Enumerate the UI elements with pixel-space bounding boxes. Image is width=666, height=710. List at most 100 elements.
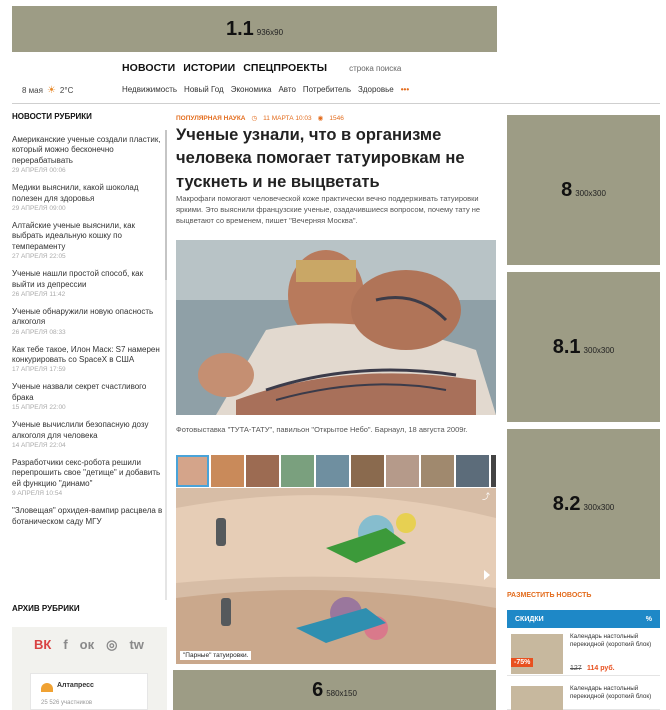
subnav-item-auto[interactable]: Авто: [278, 85, 295, 94]
list-item[interactable]: "Зловещая" орхидея-вампир расцвела в бот…: [12, 506, 164, 527]
ad-banner-right-1[interactable]: 8 300x300: [507, 115, 660, 265]
list-item[interactable]: Ученые нашли простой способ, как выйти и…: [12, 269, 164, 298]
ad-banner-right-3[interactable]: 8.2 300x300: [507, 429, 660, 579]
subnav-item-consumer[interactable]: Потребитель: [303, 85, 351, 94]
news-title[interactable]: Ученые обнаружили новую опасность алкого…: [12, 307, 164, 328]
nav-item-stories[interactable]: ИСТОРИИ: [183, 62, 235, 74]
search-input[interactable]: строка поиска: [349, 64, 401, 73]
news-date: 29 апреля 09:00: [12, 204, 66, 212]
place-news-link[interactable]: РАЗМЕСТИТЬ НОВОСТЬ: [507, 592, 591, 599]
weather-temp: 2°C: [59, 86, 74, 95]
news-date: 17 апреля 17:59: [12, 366, 66, 374]
ad-number: 6: [312, 678, 324, 701]
article-views: 1546: [329, 114, 344, 122]
sun-cloud-icon: ☀: [46, 85, 56, 96]
vk-icon[interactable]: ВК: [34, 637, 51, 653]
list-item[interactable]: Разработчики секс-робота решили перепрош…: [12, 458, 164, 497]
clock-icon: ◷: [251, 115, 258, 122]
discounts-header: СКИДКИ %: [507, 610, 660, 628]
instagram-icon[interactable]: ◎: [106, 637, 117, 653]
news-date: 14 апреля 22:04: [12, 442, 66, 450]
news-title[interactable]: Ученые нашли простой способ, как выйти и…: [12, 269, 164, 290]
news-date: 26 апреля 08:33: [12, 328, 66, 336]
sub-nav: Недвижимость Новый Год Экономика Авто По…: [122, 85, 409, 94]
gallery-thumb-3[interactable]: [246, 455, 279, 487]
subnav-item-economy[interactable]: Экономика: [231, 85, 272, 94]
ad-size: 936x90: [256, 27, 284, 37]
main-nav: НОВОСТИ ИСТОРИИ СПЕЦПРОЕКТЫ строка поиск…: [122, 62, 401, 74]
ad-number: 8: [561, 178, 573, 201]
partner-logo-icon: [41, 683, 53, 692]
gallery-thumb-7[interactable]: [386, 455, 419, 487]
odnoklassniki-icon[interactable]: ок: [80, 637, 94, 653]
page: 1.1 936x90 НОВОСТИ ИСТОРИИ СПЕЦПРОЕКТЫ с…: [0, 0, 666, 710]
ad-banner-right-2[interactable]: 8.1 300x300: [507, 272, 660, 422]
gallery-main-image[interactable]: [176, 488, 496, 664]
news-title[interactable]: Как тебе такое, Илон Маск: S7 намерен ко…: [12, 345, 164, 366]
product-card[interactable]: Календарь настольный перекидной (коротки…: [507, 680, 660, 710]
facebook-icon[interactable]: f: [63, 637, 67, 653]
next-arrow-icon[interactable]: [484, 570, 490, 580]
gallery-thumb-6[interactable]: [351, 455, 384, 487]
list-item[interactable]: Ученые вычислили безопасную дозу алкогол…: [12, 420, 164, 449]
news-title[interactable]: Разработчики секс-робота решили перепрош…: [12, 458, 164, 489]
gallery-thumb-4[interactable]: [281, 455, 314, 487]
scrollbar-thumb[interactable]: [165, 130, 167, 280]
news-title[interactable]: Алтайские ученые выяснили, как выбрать и…: [12, 221, 164, 252]
news-title[interactable]: Ученые вычислили безопасную дозу алкогол…: [12, 420, 164, 441]
product-image[interactable]: [511, 634, 563, 674]
ad-size: 300x300: [583, 502, 615, 512]
sidebar-heading: НОВОСТИ РУБРИКИ: [12, 112, 92, 121]
subnav-item-newyear[interactable]: Новый Год: [184, 85, 224, 94]
article-title: Ученые узнали, что в организме человека …: [176, 126, 465, 191]
list-item[interactable]: Алтайские ученые выяснили, как выбрать и…: [12, 221, 164, 260]
subnav-item-health[interactable]: Здоровье: [358, 85, 394, 94]
product-title[interactable]: Календарь настольный перекидной (коротки…: [570, 633, 656, 649]
list-item[interactable]: Медики выяснили, какой шоколад полезен д…: [12, 183, 164, 212]
nav-item-news[interactable]: НОВОСТИ: [122, 62, 175, 74]
list-item[interactable]: Как тебе такое, Илон Маск: S7 намерен ко…: [12, 345, 164, 374]
tattoo-photo-image: [176, 240, 496, 415]
gallery-thumb-5[interactable]: [316, 455, 349, 487]
weather-widget: 8 мая ☀ 2°C: [22, 85, 73, 96]
share-icon[interactable]: ⤴: [482, 491, 490, 502]
gallery-thumb-8[interactable]: [421, 455, 454, 487]
ad-size: 300x300: [583, 345, 615, 355]
news-title[interactable]: Американские ученые создали пластик, кот…: [12, 135, 164, 166]
product-image[interactable]: [511, 686, 563, 710]
product-old-price: 127: [570, 665, 582, 672]
archive-heading[interactable]: АРХИВ РУБРИКИ: [12, 604, 80, 613]
twitter-icon[interactable]: tw: [129, 637, 143, 653]
discount-badge: -75%: [511, 658, 534, 667]
ad-banner-bottom[interactable]: 6 580x150: [173, 670, 496, 710]
list-item[interactable]: Ученые назвали секрет счастливого брака 1…: [12, 382, 164, 411]
product-title[interactable]: Календарь настольный перекидной (коротки…: [570, 685, 656, 701]
article-photo[interactable]: [176, 240, 496, 415]
gallery-thumb-2[interactable]: [211, 455, 244, 487]
sidebar-scrollbar[interactable]: [165, 130, 167, 600]
nav-item-specprojects[interactable]: СПЕЦПРОЕКТЫ: [243, 62, 327, 74]
news-date: 9 апреля 10:54: [12, 490, 63, 498]
partner-card[interactable]: Алтапресс 25 526 участников: [30, 673, 148, 710]
header-divider: [12, 103, 660, 104]
product-new-price: 114 руб.: [587, 665, 615, 672]
gallery-thumb-1[interactable]: [176, 455, 209, 487]
subnav-item-realty[interactable]: Недвижимость: [122, 85, 177, 94]
partner-name: Алтапресс: [57, 682, 94, 689]
news-title[interactable]: "Зловещая" орхидея-вампир расцвела в бот…: [12, 506, 164, 527]
news-title[interactable]: Медики выяснили, какой шоколад полезен д…: [12, 183, 164, 204]
news-date: 15 апреля 22:00: [12, 404, 66, 412]
gallery-thumbnails: [176, 455, 496, 487]
list-item[interactable]: Ученые обнаружили новую опасность алкого…: [12, 307, 164, 336]
article-rubric[interactable]: ПОПУЛЯРНАЯ НАУКА: [176, 115, 245, 122]
product-card[interactable]: -75% Календарь настольный перекидной (ко…: [507, 628, 660, 676]
ad-banner-top[interactable]: 1.1 936x90: [12, 6, 497, 52]
discounts-title[interactable]: СКИДКИ: [515, 616, 544, 623]
social-links: ВК f ок ◎ tw: [34, 637, 144, 653]
gallery-thumb-9[interactable]: [456, 455, 489, 487]
gallery-thumb-10[interactable]: [491, 455, 496, 487]
news-title[interactable]: Ученые назвали секрет счастливого брака: [12, 382, 164, 403]
more-menu-button[interactable]: •••: [401, 85, 409, 94]
ad-number: 1.1: [225, 17, 254, 40]
list-item[interactable]: Американские ученые создали пластик, кот…: [12, 135, 164, 174]
